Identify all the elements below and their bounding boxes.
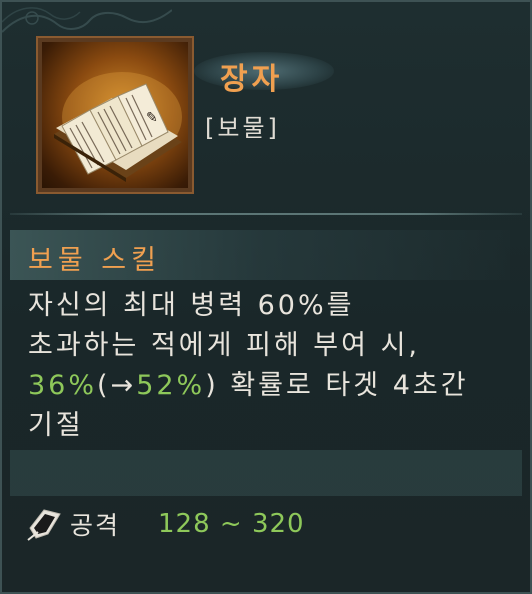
divider — [10, 213, 522, 215]
svg-text:✎: ✎ — [146, 110, 158, 126]
separator-band — [10, 450, 522, 496]
skill-line-2: 초과하는 적에게 피해 부여 시, — [28, 330, 420, 361]
stat-value: 128 ~ 320 — [158, 509, 305, 539]
stat-label: 공격 — [70, 511, 121, 540]
item-type: [보물] — [205, 114, 280, 142]
skill-line-1: 자신의 최대 병력 60%를 — [28, 290, 355, 321]
book-scroll-icon: ✎ — [54, 72, 182, 182]
stat-row-attack: 공격 128 ~ 320 — [24, 502, 305, 546]
item-tooltip: ✎ 장자 [보물] 보물 스킬 자신의 최대 병력 60%를 초과하는 적에게 … — [0, 0, 532, 594]
quill-attack-icon — [27, 509, 61, 541]
item-icon-frame: ✎ — [36, 36, 194, 194]
decorative-swirl-icon — [2, 7, 172, 33]
skill-line-3: 36%(→52%) 확률로 타겟 4초간 — [28, 366, 518, 406]
skill-line-4: 기절 — [28, 410, 84, 441]
skill-description: 자신의 최대 병력 60%를 초과하는 적에게 피해 부여 시, 36%(→52… — [28, 286, 518, 446]
skill-chance-value: 36% — [28, 370, 98, 401]
skill-header: 보물 스킬 — [28, 245, 161, 276]
item-name: 장자 — [220, 62, 284, 97]
skill-chance-upgrade: (→52%) — [97, 370, 219, 401]
skill-line-3-rest: 확률로 타겟 4초간 — [218, 370, 469, 401]
